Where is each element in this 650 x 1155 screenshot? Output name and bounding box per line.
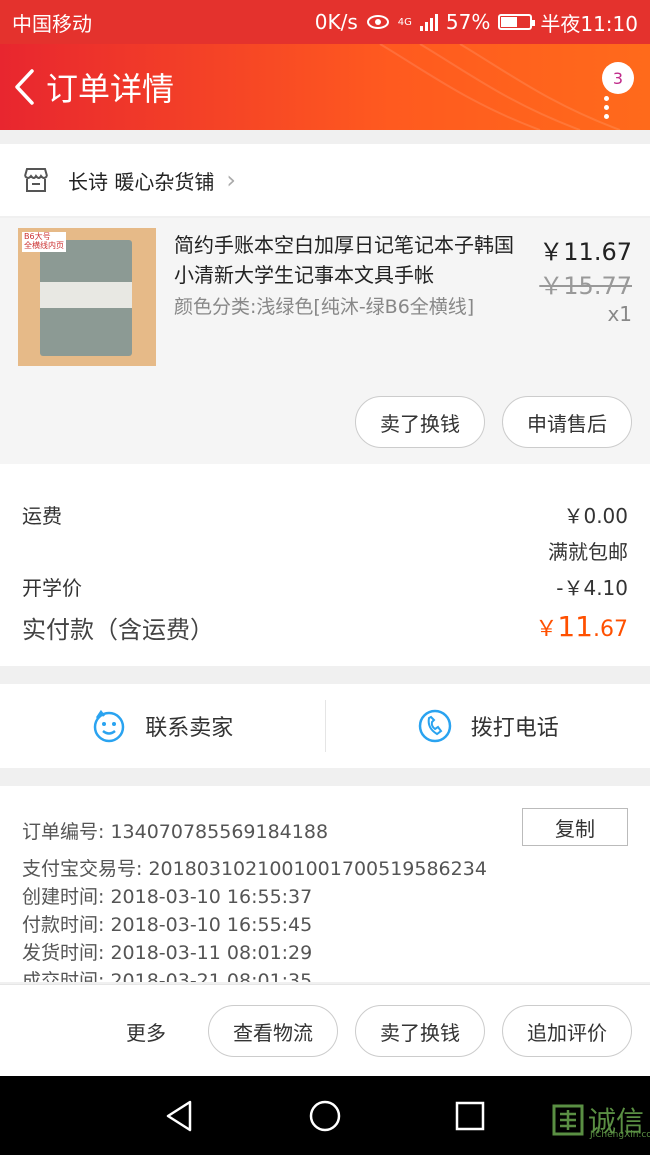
total-value: ￥11.67: [535, 610, 628, 643]
shipped-time: 发货时间: 2018-03-11 08:01:29: [22, 942, 313, 964]
shipping-row: 运费 ￥0.00: [22, 500, 628, 529]
carrier-label: 中国移动: [12, 11, 92, 36]
clock: 半夜11:10: [540, 11, 638, 36]
shop-name: 长诗 暖心杂货铺: [68, 169, 215, 194]
notebook-band: [40, 282, 132, 308]
view-logistics-button[interactable]: 查看物流: [208, 1005, 338, 1057]
sell-for-cash-button[interactable]: 卖了换钱: [355, 1005, 485, 1057]
created-time: 创建时间: 2018-03-10 16:55:37: [22, 886, 313, 908]
sell-button[interactable]: 卖了换钱: [355, 396, 485, 448]
total-currency: ￥: [535, 617, 558, 642]
product-sku: 颜色分类:浅绿色[纯沐-绿B6全横线]: [174, 296, 475, 318]
fees-panel: 运费 ￥0.00 满就包邮 开学价 -￥4.10 实付款（含运费） ￥11.67: [0, 464, 650, 666]
shop-row[interactable]: 长诗 暖心杂货铺 ›: [0, 144, 650, 216]
after-sale-button[interactable]: 申请售后: [502, 396, 632, 448]
call-button[interactable]: 拨打电话: [326, 684, 650, 768]
more-menu-button[interactable]: 3: [594, 62, 634, 119]
battery-icon: [498, 14, 536, 30]
chat-smiley-icon: [93, 709, 125, 743]
nav-home-icon[interactable]: [307, 1098, 343, 1134]
discount-row: 开学价 -￥4.10: [22, 572, 628, 601]
store-icon: [24, 168, 48, 192]
watermark-subtext: JiChengXin.com: [589, 1130, 650, 1140]
battery-percent: 57%: [445, 10, 491, 34]
total-decimal: .67: [593, 617, 628, 642]
thumbnail-tag-line1: B6大号: [24, 232, 51, 241]
shipping-label: 运费: [22, 504, 62, 528]
header-wave-decoration: [379, 44, 621, 130]
thumbnail-tag-line2: 全横线内页: [24, 240, 64, 250]
bottom-action-bar: 更多 查看物流 卖了换钱 追加评价: [0, 984, 650, 1076]
add-review-button[interactable]: 追加评价: [502, 1005, 632, 1057]
shipping-note: 满就包邮: [548, 540, 628, 564]
network-type: 4G: [397, 16, 412, 28]
paid-time: 付款时间: 2018-03-10 16:55:45: [22, 914, 313, 936]
discount-label: 开学价: [22, 576, 82, 600]
watermark-logo: 诚信 JiChengXin.com: [552, 1100, 650, 1140]
alipay-trade-number: 支付宝交易号: 2018031021001001700519586234: [22, 858, 487, 880]
nav-back-icon[interactable]: [162, 1098, 198, 1134]
more-actions-button[interactable]: 更多: [126, 1017, 166, 1046]
total-integer: 11: [557, 610, 593, 643]
notification-badge: 3: [602, 62, 634, 94]
contact-bar: 联系卖家 拨打电话: [0, 684, 650, 768]
order-info-panel: 订单编号: 134070785569184188 复制 支付宝交易号: 2018…: [0, 786, 650, 982]
signal-icon: [419, 13, 438, 31]
product-thumbnail[interactable]: B6大号 全横线内页: [18, 228, 156, 366]
contact-seller-label: 联系卖家: [145, 716, 234, 741]
system-nav-bar: 诚信 JiChengXin.com: [0, 1076, 650, 1155]
product-quantity: x1: [607, 302, 632, 326]
product-original-price: ￥15.77: [539, 272, 632, 300]
discount-value: -￥4.10: [556, 576, 628, 600]
call-label: 拨打电话: [470, 716, 559, 741]
eye-icon: [366, 15, 389, 29]
shipping-value: ￥0.00: [563, 504, 628, 528]
more-dots-icon: [604, 96, 610, 123]
product-title[interactable]: 简约手账本空白加厚日记笔记本子韩国小清新大学生记事本文具手帐: [174, 230, 524, 290]
network-speed: 0K/s: [314, 10, 358, 34]
thumbnail-tag: B6大号 全横线内页: [22, 232, 66, 252]
total-label: 实付款（含运费）: [22, 616, 214, 644]
phone-icon: [418, 709, 451, 743]
chevron-right-icon: ›: [226, 166, 236, 194]
header-bar: 订单详情 3: [0, 44, 650, 130]
copy-button[interactable]: 复制: [522, 808, 628, 846]
product-price: ￥11.67: [539, 238, 632, 266]
order-item[interactable]: B6大号 全横线内页 简约手账本空白加厚日记笔记本子韩国小清新大学生记事本文具手帐…: [0, 218, 650, 464]
completed-time: 成交时间: 2018-03-21 08:01:35: [22, 970, 313, 982]
total-row: 实付款（含运费） ￥11.67: [22, 610, 628, 645]
watermark-emblem-icon: [552, 1104, 584, 1136]
order-number: 订单编号: 134070785569184188: [22, 821, 329, 843]
contact-seller-button[interactable]: 联系卖家: [0, 684, 325, 768]
nav-recents-icon[interactable]: [452, 1098, 488, 1134]
status-bar: 中国移动 0K/s 4G 57% 半夜11:10: [0, 0, 650, 44]
